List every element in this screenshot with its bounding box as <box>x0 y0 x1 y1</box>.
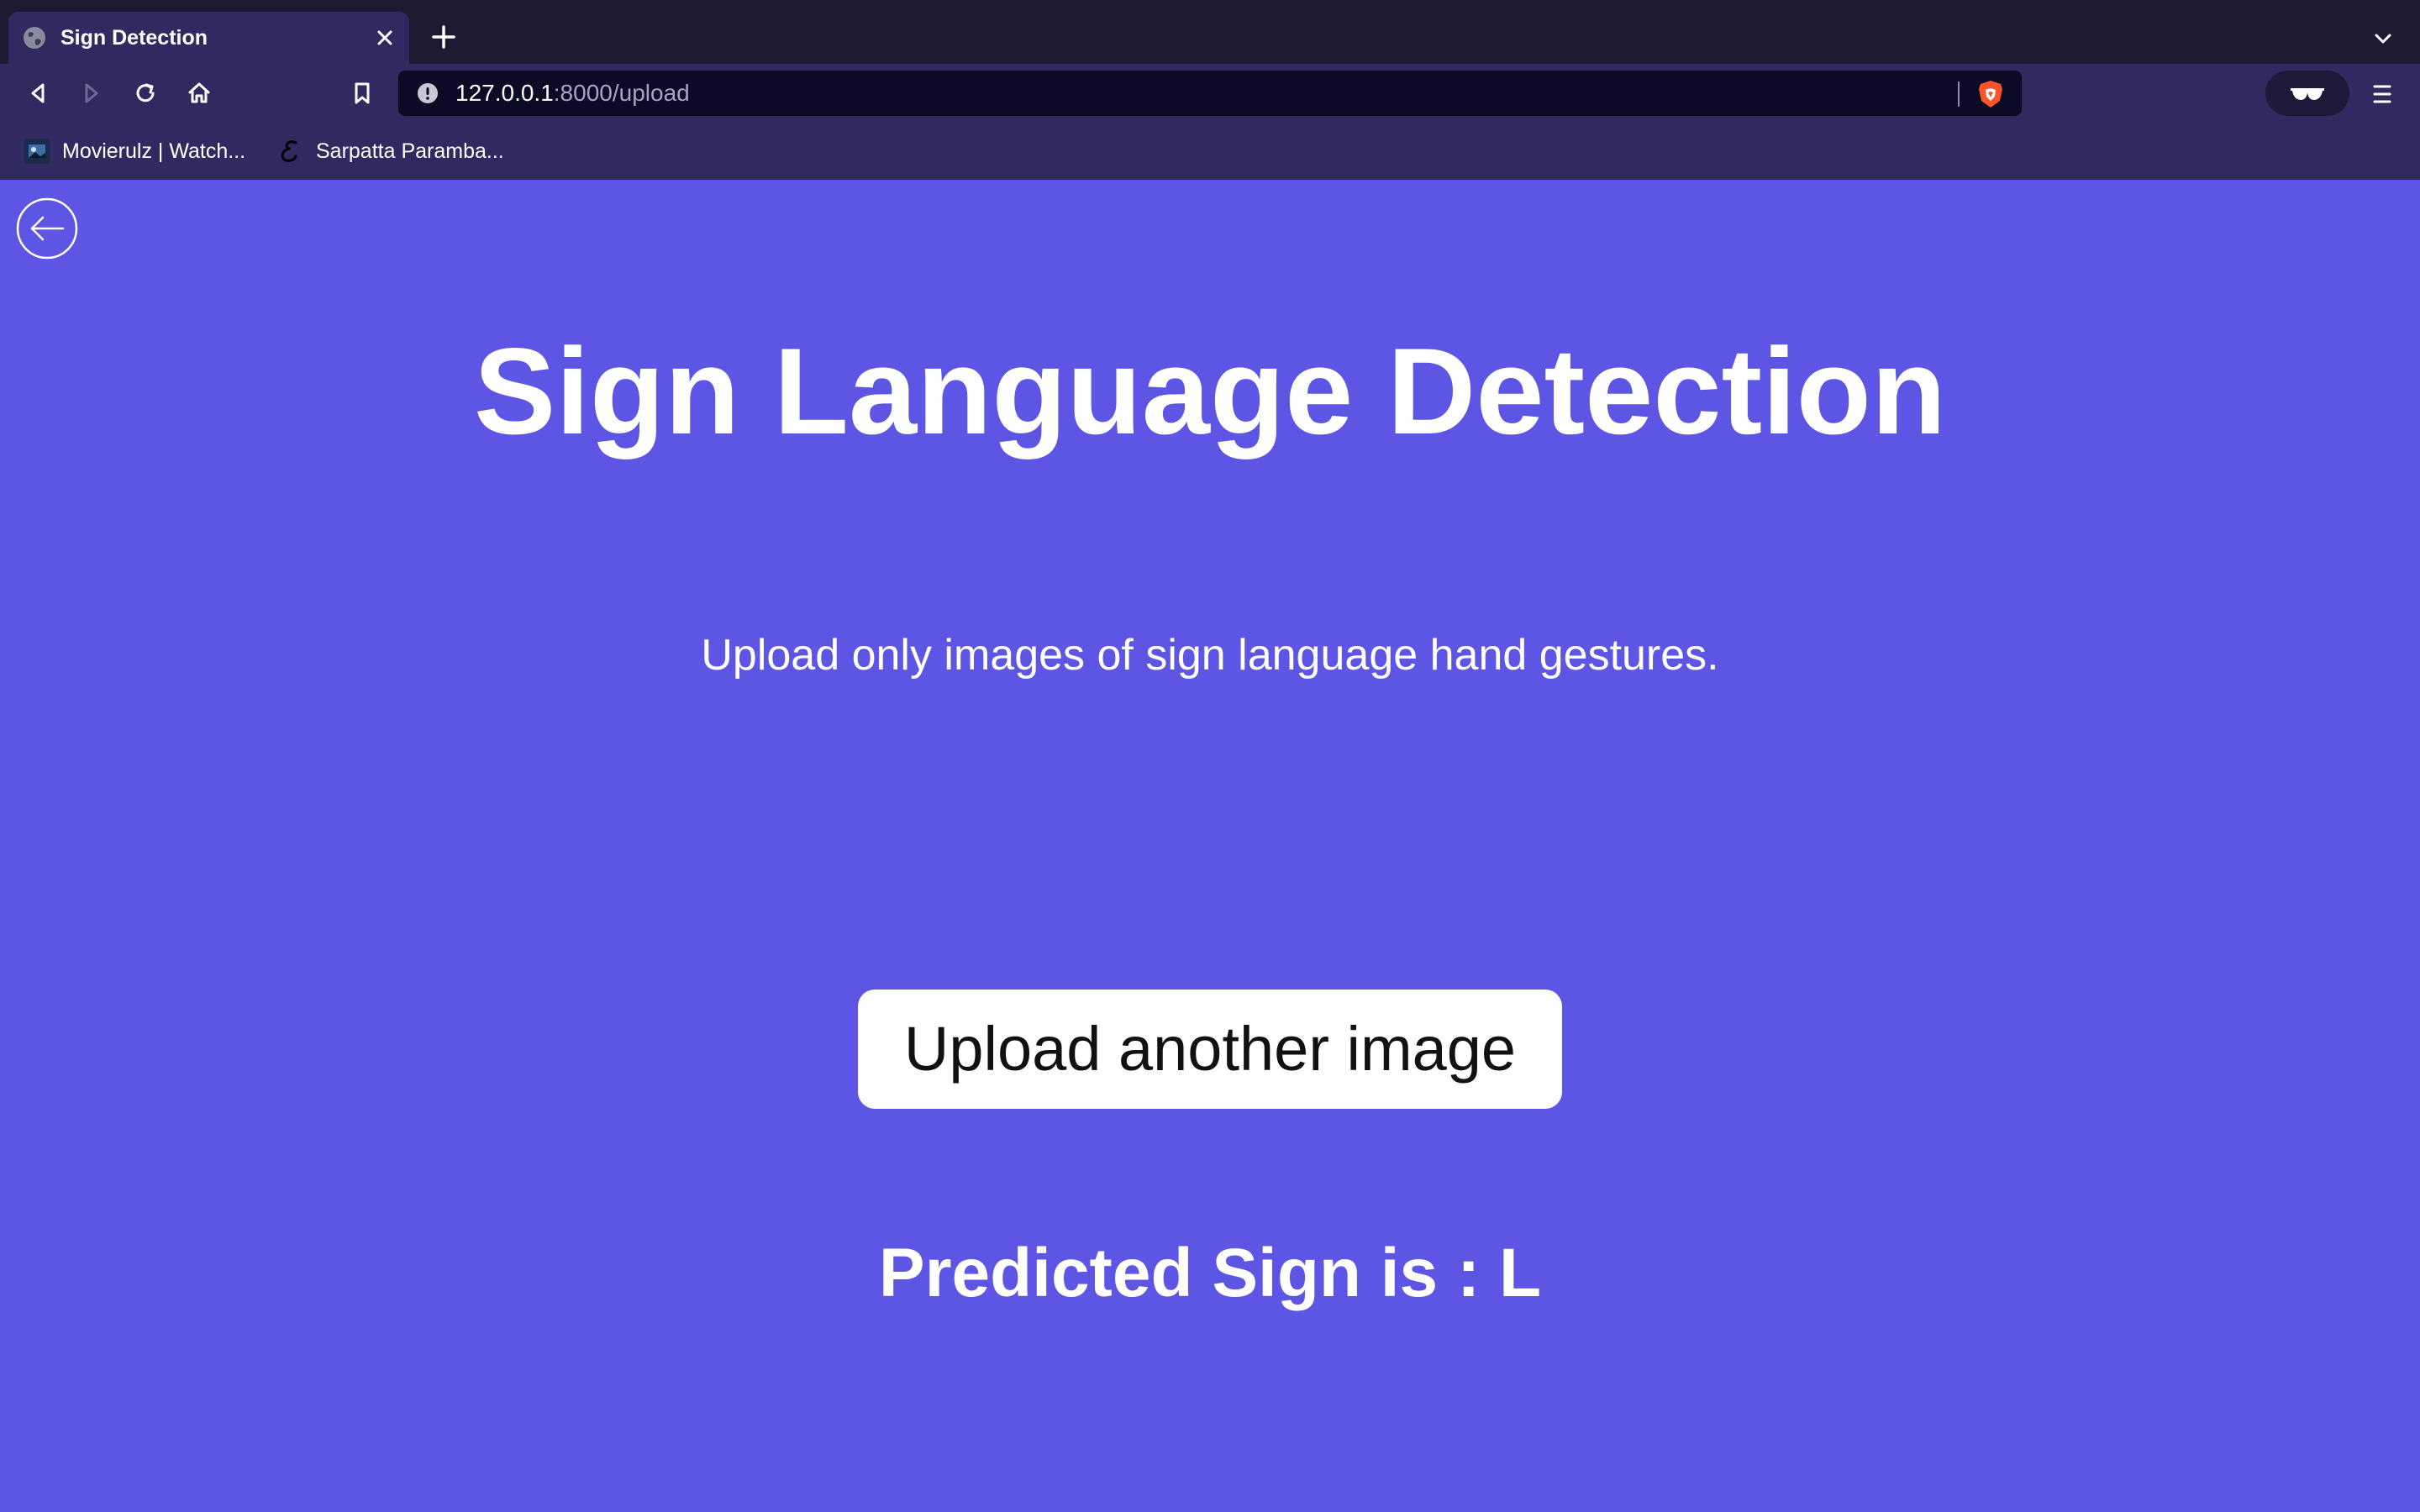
home-icon[interactable] <box>182 76 217 111</box>
forward-icon[interactable] <box>74 76 109 111</box>
prediction-result: Predicted Sign is : L <box>878 1235 1542 1311</box>
bookmark-item-movierulz[interactable]: Movierulz | Watch... <box>24 134 259 168</box>
site-info-icon[interactable] <box>417 82 439 104</box>
back-arrow-icon[interactable] <box>15 197 79 260</box>
bookmark-item-sarpatta[interactable]: Sarpatta Paramba... <box>277 134 529 168</box>
back-icon[interactable] <box>20 76 55 111</box>
script-e-favicon <box>281 140 297 162</box>
close-icon[interactable] <box>372 25 397 50</box>
tab-bar: Sign Detection <box>0 0 2420 64</box>
movierulz-favicon <box>24 139 50 164</box>
page-content: Sign Language Detection Upload only imag… <box>0 180 2420 1512</box>
url-text[interactable]: 127.0.0.1:8000/upload <box>455 79 690 108</box>
private-window-badge[interactable] <box>2265 71 2349 116</box>
tab-title: Sign Detection <box>60 26 208 50</box>
menu-icon[interactable] <box>2368 81 2396 108</box>
browser-toolbar: 127.0.0.1:8000/upload <box>0 64 2420 123</box>
new-tab-plus-icon[interactable] <box>430 24 457 50</box>
url-path: :8000/upload <box>553 80 690 106</box>
page-subtitle: Upload only images of sign language hand… <box>701 631 1719 680</box>
bookmarks-bar: Movierulz | Watch... Sarpatta Paramba... <box>0 123 2420 180</box>
page-title: Sign Language Detection <box>473 323 1947 459</box>
incognito-glasses-icon <box>2291 88 2324 100</box>
address-bar[interactable]: 127.0.0.1:8000/upload <box>398 71 2022 116</box>
upload-another-image-button[interactable]: Upload another image <box>858 990 1562 1109</box>
active-tab[interactable]: Sign Detection <box>8 12 409 64</box>
reload-icon[interactable] <box>128 76 163 111</box>
bookmark-label: Sarpatta Paramba... <box>316 139 504 163</box>
globe-icon <box>24 27 45 49</box>
url-host: 127.0.0.1 <box>455 80 554 106</box>
bookmark-icon[interactable] <box>345 76 380 111</box>
brave-shield-icon[interactable] <box>1976 79 2005 109</box>
bookmark-label: Movierulz | Watch... <box>62 139 246 163</box>
address-separator <box>1958 81 1960 107</box>
chevron-down-icon[interactable] <box>2371 27 2395 50</box>
